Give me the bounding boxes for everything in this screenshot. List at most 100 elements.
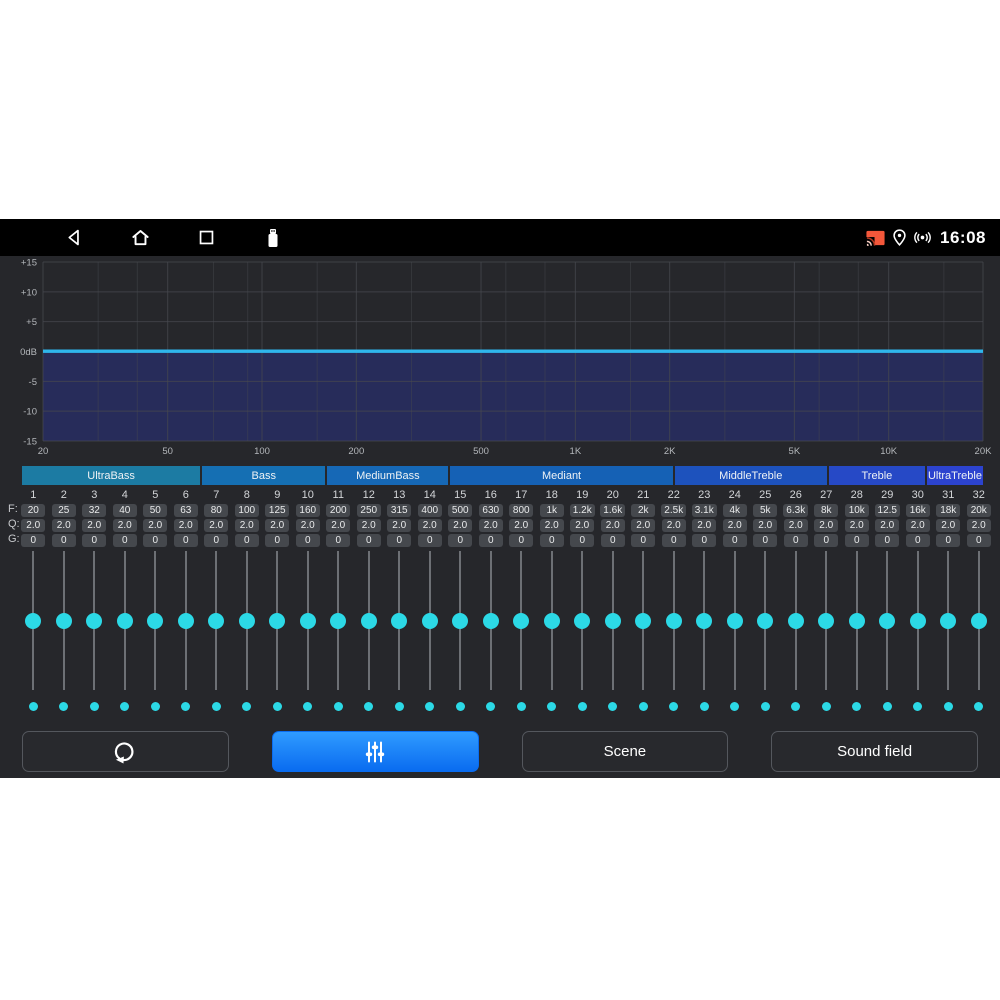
q-value-23[interactable]: 2.0 xyxy=(692,519,716,532)
slider-knob[interactable] xyxy=(544,613,560,629)
band-group-bass[interactable]: Bass xyxy=(202,466,325,485)
frequency-value-22[interactable]: 2.5k xyxy=(661,504,686,517)
band-indicator-dot[interactable] xyxy=(730,702,739,711)
slider-knob[interactable] xyxy=(757,613,773,629)
q-value-31[interactable]: 2.0 xyxy=(936,519,960,532)
slider-knob[interactable] xyxy=(574,613,590,629)
frequency-value-9[interactable]: 125 xyxy=(265,504,289,517)
frequency-value-23[interactable]: 3.1k xyxy=(692,504,717,517)
band-indicator-dot[interactable] xyxy=(791,702,800,711)
frequency-value-32[interactable]: 20k xyxy=(967,504,991,517)
slider-knob[interactable] xyxy=(391,613,407,629)
gain-value-11[interactable]: 0 xyxy=(326,534,350,547)
gain-value-9[interactable]: 0 xyxy=(265,534,289,547)
gain-value-19[interactable]: 0 xyxy=(570,534,594,547)
frequency-value-13[interactable]: 315 xyxy=(387,504,411,517)
q-value-2[interactable]: 2.0 xyxy=(52,519,76,532)
recents-button[interactable] xyxy=(196,227,217,248)
slider-knob[interactable] xyxy=(300,613,316,629)
slider-knob[interactable] xyxy=(452,613,468,629)
sound-field-button[interactable]: Sound field xyxy=(771,731,978,772)
q-value-11[interactable]: 2.0 xyxy=(326,519,350,532)
band-indicator-dot[interactable] xyxy=(822,702,831,711)
slider-knob[interactable] xyxy=(879,613,895,629)
q-value-12[interactable]: 2.0 xyxy=(357,519,381,532)
band-indicator-dot[interactable] xyxy=(303,702,312,711)
slider-knob[interactable] xyxy=(330,613,346,629)
home-button[interactable] xyxy=(130,227,151,248)
q-value-22[interactable]: 2.0 xyxy=(662,519,686,532)
q-value-6[interactable]: 2.0 xyxy=(174,519,198,532)
gain-value-31[interactable]: 0 xyxy=(936,534,960,547)
slider-knob[interactable] xyxy=(422,613,438,629)
gain-value-8[interactable]: 0 xyxy=(235,534,259,547)
gain-value-20[interactable]: 0 xyxy=(601,534,625,547)
frequency-value-24[interactable]: 4k xyxy=(723,504,747,517)
band-group-mediant[interactable]: Mediant xyxy=(450,466,672,485)
frequency-value-31[interactable]: 18k xyxy=(936,504,960,517)
q-value-5[interactable]: 2.0 xyxy=(143,519,167,532)
q-value-28[interactable]: 2.0 xyxy=(845,519,869,532)
frequency-value-28[interactable]: 10k xyxy=(845,504,869,517)
band-indicator-dot[interactable] xyxy=(242,702,251,711)
q-value-20[interactable]: 2.0 xyxy=(601,519,625,532)
frequency-value-4[interactable]: 40 xyxy=(113,504,137,517)
q-value-9[interactable]: 2.0 xyxy=(265,519,289,532)
gain-value-10[interactable]: 0 xyxy=(296,534,320,547)
slider-knob[interactable] xyxy=(86,613,102,629)
band-indicator-dot[interactable] xyxy=(974,702,983,711)
q-value-27[interactable]: 2.0 xyxy=(814,519,838,532)
slider-knob[interactable] xyxy=(25,613,41,629)
q-value-16[interactable]: 2.0 xyxy=(479,519,503,532)
frequency-value-27[interactable]: 8k xyxy=(814,504,838,517)
q-value-25[interactable]: 2.0 xyxy=(753,519,777,532)
frequency-value-1[interactable]: 20 xyxy=(21,504,45,517)
band-indicator-dot[interactable] xyxy=(90,702,99,711)
q-value-18[interactable]: 2.0 xyxy=(540,519,564,532)
gain-value-25[interactable]: 0 xyxy=(753,534,777,547)
slider-knob[interactable] xyxy=(818,613,834,629)
gain-value-15[interactable]: 0 xyxy=(448,534,472,547)
slider-knob[interactable] xyxy=(361,613,377,629)
band-indicator-dot[interactable] xyxy=(364,702,373,711)
gain-value-32[interactable]: 0 xyxy=(967,534,991,547)
gain-value-26[interactable]: 0 xyxy=(784,534,808,547)
band-indicator-dot[interactable] xyxy=(517,702,526,711)
band-indicator-dot[interactable] xyxy=(944,702,953,711)
frequency-value-14[interactable]: 400 xyxy=(418,504,442,517)
slider-knob[interactable] xyxy=(727,613,743,629)
frequency-value-20[interactable]: 1.6k xyxy=(600,504,625,517)
gain-value-24[interactable]: 0 xyxy=(723,534,747,547)
gain-value-13[interactable]: 0 xyxy=(387,534,411,547)
frequency-value-15[interactable]: 500 xyxy=(448,504,472,517)
slider-knob[interactable] xyxy=(147,613,163,629)
slider-knob[interactable] xyxy=(849,613,865,629)
band-indicator-dot[interactable] xyxy=(913,702,922,711)
band-indicator-dot[interactable] xyxy=(120,702,129,711)
band-indicator-dot[interactable] xyxy=(700,702,709,711)
frequency-value-16[interactable]: 630 xyxy=(479,504,503,517)
frequency-value-25[interactable]: 5k xyxy=(753,504,777,517)
gain-value-22[interactable]: 0 xyxy=(662,534,686,547)
gain-value-21[interactable]: 0 xyxy=(631,534,655,547)
gain-value-1[interactable]: 0 xyxy=(21,534,45,547)
scene-button[interactable]: Scene xyxy=(522,731,729,772)
frequency-value-7[interactable]: 80 xyxy=(204,504,228,517)
gain-value-14[interactable]: 0 xyxy=(418,534,442,547)
gain-value-12[interactable]: 0 xyxy=(357,534,381,547)
slider-knob[interactable] xyxy=(910,613,926,629)
band-indicator-dot[interactable] xyxy=(547,702,556,711)
band-indicator-dot[interactable] xyxy=(639,702,648,711)
gain-value-3[interactable]: 0 xyxy=(82,534,106,547)
gain-value-16[interactable]: 0 xyxy=(479,534,503,547)
slider-knob[interactable] xyxy=(208,613,224,629)
band-group-ultratreble[interactable]: UltraTreble xyxy=(927,466,983,485)
frequency-value-8[interactable]: 100 xyxy=(235,504,259,517)
frequency-value-29[interactable]: 12.5 xyxy=(875,504,900,517)
slider-knob[interactable] xyxy=(605,613,621,629)
band-indicator-dot[interactable] xyxy=(608,702,617,711)
band-indicator-dot[interactable] xyxy=(181,702,190,711)
band-indicator-dot[interactable] xyxy=(334,702,343,711)
band-group-treble[interactable]: Treble xyxy=(829,466,925,485)
band-indicator-dot[interactable] xyxy=(883,702,892,711)
